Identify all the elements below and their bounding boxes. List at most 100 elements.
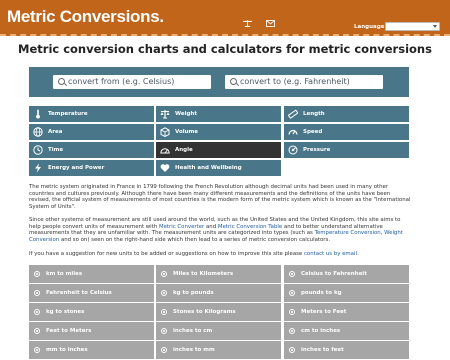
category-label: Time: [48, 147, 64, 153]
conversion-label: Miles to Kilometers: [173, 271, 234, 277]
conversion-link[interactable]: kg to pounds: [156, 284, 281, 302]
conversion-link[interactable]: inches to mm: [156, 341, 281, 359]
conversion-link[interactable]: inches to feet: [284, 341, 409, 359]
temperature-conversion-link[interactable]: Temperature Conversion: [315, 230, 381, 236]
bullet-icon: [161, 328, 167, 334]
category-health-and-wellbeing[interactable]: Health and Wellbeing: [156, 160, 281, 176]
heart-icon: [160, 164, 170, 172]
convert-from-placeholder: convert from (e.g. Celsius): [68, 77, 175, 86]
search-icon: [230, 78, 237, 85]
paragraph-text: and so on) seen on the right-hand side w…: [59, 236, 331, 243]
conversion-label: kg to stones: [46, 309, 85, 315]
site-header: Metric Conversions. Language: [0, 0, 450, 36]
page-title: Metric conversion charts and calculators…: [18, 42, 432, 56]
conversion-label: inches to feet: [301, 347, 344, 353]
category-label: Pressure: [303, 147, 331, 153]
bullet-icon: [161, 347, 167, 353]
paragraph-text: .: [357, 251, 359, 257]
ruler-icon: [288, 109, 298, 119]
bullet-icon: [34, 328, 40, 334]
metric-conversion-table-link[interactable]: Metric Conversion Table: [218, 224, 282, 230]
bullet-icon: [34, 347, 40, 353]
conversion-link[interactable]: kg to stones: [29, 303, 154, 321]
bullet-icon: [289, 271, 295, 277]
metric-converter-link[interactable]: Metric Converter: [159, 224, 204, 230]
category-label: Temperature: [48, 111, 88, 117]
convert-to-placeholder: convert to (e.g. Fahrenheit): [240, 77, 350, 86]
bullet-icon: [289, 290, 295, 296]
conversion-link[interactable]: Feet to Meters: [29, 322, 154, 340]
suggestion-paragraph: If you have a suggestion for new units t…: [29, 251, 413, 258]
conversion-label: mm to inches: [46, 347, 88, 353]
paragraph-text: If you have a suggestion for new units t…: [29, 251, 304, 257]
category-label: Speed: [303, 129, 323, 135]
conversion-label: kg to pounds: [173, 290, 214, 296]
bullet-icon: [34, 290, 40, 296]
conversion-link[interactable]: km to miles: [29, 265, 154, 283]
conversion-label: inches to cm: [173, 328, 213, 334]
conversion-link[interactable]: Miles to Kilometers: [156, 265, 281, 283]
scale-icon[interactable]: [243, 20, 252, 27]
category-speed[interactable]: Speed: [284, 124, 409, 140]
cube-icon: [160, 127, 170, 137]
conversion-label: Stones to Kilograms: [173, 309, 236, 315]
conversion-label: km to miles: [46, 271, 83, 277]
conversion-label: inches to mm: [173, 347, 215, 353]
language-select[interactable]: [385, 22, 440, 31]
convert-to-input[interactable]: convert to (e.g. Fahrenheit): [225, 75, 383, 89]
bullet-icon: [161, 271, 167, 277]
category-label: Volume: [175, 129, 198, 135]
intro-paragraph: The metric system originated in France i…: [29, 184, 411, 210]
category-label: Angle: [175, 147, 193, 153]
globe-icon: [33, 127, 43, 137]
contact-email-link[interactable]: contact us by email: [304, 251, 357, 257]
conversion-link[interactable]: Stones to Kilograms: [156, 303, 281, 321]
language-label: Language: [354, 24, 385, 30]
conversion-label: Feet to Meters: [46, 328, 92, 334]
category-angle[interactable]: Angle: [156, 142, 281, 158]
thermometer-icon: [36, 109, 40, 119]
search-band: convert from (e.g. Celsius) → convert to…: [29, 67, 409, 97]
conversion-label: Fahrenheit to Celsius: [46, 290, 112, 296]
category-length[interactable]: Length: [284, 106, 409, 122]
bullet-icon: [34, 309, 40, 315]
conversion-link[interactable]: cm to inches: [284, 322, 409, 340]
category-weight[interactable]: Weight: [156, 106, 281, 122]
category-temperature[interactable]: Temperature: [29, 106, 154, 122]
speedometer-icon: [288, 129, 298, 135]
lightning-icon: [35, 163, 41, 173]
conversion-link[interactable]: pounds to kg: [284, 284, 409, 302]
purpose-paragraph: Since other systems of measurement are s…: [29, 217, 413, 243]
gauge-icon: [288, 145, 298, 155]
conversion-link[interactable]: Fahrenheit to Celsius: [29, 284, 154, 302]
category-label: Area: [48, 129, 63, 135]
bullet-icon: [289, 347, 295, 353]
conversion-label: cm to inches: [301, 328, 341, 334]
category-volume[interactable]: Volume: [156, 124, 281, 140]
category-label: Health and Wellbeing: [175, 165, 242, 171]
category-pressure[interactable]: Pressure: [284, 142, 409, 158]
search-icon: [58, 78, 65, 85]
category-energy-and-power[interactable]: Energy and Power: [29, 160, 154, 176]
conversion-label: Meters to Feet: [301, 309, 347, 315]
category-label: Length: [303, 111, 325, 117]
clock-icon: [33, 145, 43, 155]
bullet-icon: [161, 290, 167, 296]
category-area[interactable]: Area: [29, 124, 154, 140]
protractor-icon: [160, 148, 170, 154]
bullet-icon: [161, 309, 167, 315]
bullet-icon: [289, 328, 295, 334]
conversion-link[interactable]: Celsius to Fahrenheit: [284, 265, 409, 283]
category-time[interactable]: Time: [29, 142, 154, 158]
bullet-icon: [289, 309, 295, 315]
conversion-link[interactable]: mm to inches: [29, 341, 154, 359]
convert-from-input[interactable]: convert from (e.g. Celsius): [53, 75, 211, 89]
conversion-link[interactable]: inches to cm: [156, 322, 281, 340]
site-logo[interactable]: Metric Conversions.: [7, 7, 164, 27]
email-icon[interactable]: [266, 20, 275, 27]
category-label: Weight: [175, 111, 197, 117]
conversion-label: pounds to kg: [301, 290, 342, 296]
conversion-label: Celsius to Fahrenheit: [301, 271, 367, 277]
conversion-link[interactable]: Meters to Feet: [284, 303, 409, 321]
bullet-icon: [34, 271, 40, 277]
